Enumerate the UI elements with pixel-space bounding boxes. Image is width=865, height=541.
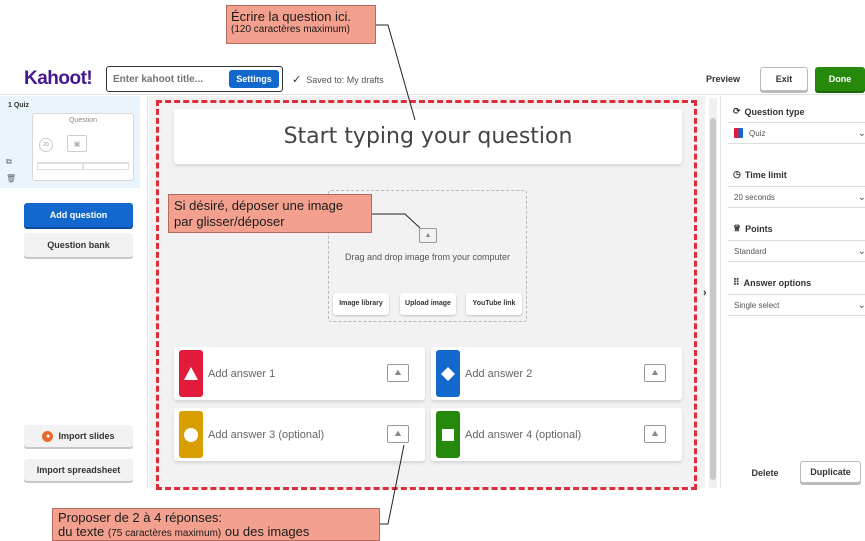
grid-icon: ⠿ [733, 277, 740, 287]
add-image-icon[interactable]: ⛰ [387, 364, 409, 382]
question-bank-button[interactable]: Question bank [24, 233, 133, 257]
slide-label: 1 Quiz [8, 102, 30, 109]
slide-thumbnail[interactable]: Question 20 ▣ [32, 113, 134, 181]
thumb-timer: 20 [39, 138, 53, 152]
save-status: ✓ Saved to: My drafts [292, 73, 384, 86]
title-input[interactable] [113, 72, 221, 86]
points-label: ♕ Points [733, 223, 773, 234]
title-field[interactable]: Settings [106, 66, 283, 92]
page: Kahoot! Settings ✓ Saved to: My drafts P… [0, 0, 865, 541]
thumb-answer [83, 163, 129, 170]
save-status-text: Saved to: My drafts [306, 74, 384, 85]
answer-1-input[interactable]: Add answer 1 [208, 347, 275, 400]
diamond-icon [436, 350, 460, 397]
chevron-down-icon: ⌄ [857, 300, 865, 311]
image-library-button[interactable]: Image library [333, 293, 389, 315]
image-icon: ▲ [419, 228, 437, 243]
question-input[interactable]: Start typing your question [174, 109, 682, 164]
triangle-icon [179, 350, 203, 397]
square-icon [436, 411, 460, 458]
clock-icon: ◷ [733, 169, 741, 179]
question-type-label-text: Question type [744, 106, 805, 117]
add-image-icon[interactable]: ⛰ [644, 364, 666, 382]
answer-3-input[interactable]: Add answer 3 (optional) [208, 408, 324, 461]
answers-callout-text-c: ou des images [221, 524, 310, 539]
image-icon: ▣ [67, 135, 87, 152]
answers-callout-line1: Proposer de 2 à 4 réponses: [58, 510, 223, 525]
add-image-icon[interactable]: ⛰ [387, 425, 409, 443]
answer-1[interactable]: Add answer 1 ⛰ [174, 347, 425, 400]
answers-callout: Proposer de 2 à 4 réponses: du texte (75… [52, 508, 380, 541]
slides-sidebar: 1 Quiz ⧉ 🗑 Question 20 ▣ Add question Qu… [0, 96, 148, 488]
answer-options-label-text: Answer options [743, 277, 812, 288]
import-slides-label: Import slides [58, 431, 115, 441]
question-type-icon: ⟳ [733, 106, 741, 116]
exit-button[interactable]: Exit [760, 67, 808, 91]
answer-options-select[interactable]: Single select ⌄ [728, 294, 865, 316]
question-callout: Écrire la question ici. (120 caractères … [226, 5, 376, 44]
add-image-icon[interactable]: ⛰ [644, 425, 666, 443]
thumb-answer [37, 163, 83, 170]
import-slides-button[interactable]: ● Import slides [24, 425, 133, 447]
points-select[interactable]: Standard ⌄ [728, 240, 865, 262]
thumb-title: Question [68, 117, 98, 124]
image-callout: Si désiré, déposer une image par glisser… [168, 194, 372, 233]
chevron-down-icon: ⌄ [857, 192, 865, 203]
media-dropzone-text: Drag and drop image from your computer [344, 252, 511, 262]
thumb-answers [37, 162, 129, 176]
youtube-link-button[interactable]: YouTube link [466, 293, 522, 315]
answer-2-input[interactable]: Add answer 2 [465, 347, 532, 400]
answer-2[interactable]: Add answer 2 ⛰ [431, 347, 682, 400]
duplicate-icon[interactable]: ⧉ [6, 157, 12, 167]
answer-3[interactable]: Add answer 3 (optional) ⛰ [174, 408, 425, 461]
points-label-text: Points [745, 223, 773, 234]
time-limit-label: ◷ Time limit [733, 169, 787, 180]
trash-icon[interactable]: 🗑 [6, 174, 16, 183]
answers-callout-text-b: (75 caractères maximum) [107, 528, 222, 539]
question-type-select[interactable]: Quiz ⌄ [728, 122, 865, 144]
preview-button[interactable]: Preview [706, 74, 740, 84]
answer-options-label: ⠿ Answer options [733, 277, 811, 288]
done-button[interactable]: Done [815, 67, 865, 91]
upload-image-button[interactable]: Upload image [400, 293, 456, 315]
chevron-right-icon[interactable]: › [703, 287, 717, 301]
import-slides-icon: ● [42, 430, 54, 442]
settings-panel: ⟳ Question type Quiz ⌄ ◷ Time limit 20 s… [720, 96, 865, 488]
answer-4-input[interactable]: Add answer 4 (optional) [465, 408, 581, 461]
answer-4[interactable]: Add answer 4 (optional) ⛰ [431, 408, 682, 461]
time-limit-value: 20 seconds [734, 192, 775, 202]
answers-callout-text-a: du texte [58, 524, 108, 539]
time-limit-label-text: Time limit [744, 169, 787, 180]
answer-options-value: Single select [734, 300, 780, 310]
top-bar: Kahoot! Settings ✓ Saved to: My drafts P… [0, 63, 865, 95]
question-type-value: Quiz [749, 128, 766, 138]
kahoot-logo[interactable]: Kahoot! [24, 68, 93, 90]
check-icon: ✓ [292, 74, 302, 86]
slide-item[interactable]: 1 Quiz ⧉ 🗑 Question 20 ▣ [0, 96, 140, 188]
image-callout-line1: Si désiré, déposer une image [174, 198, 344, 213]
duplicate-button[interactable]: Duplicate [800, 461, 861, 483]
question-callout-line2: (120 caractères maximum) [231, 24, 350, 35]
chevron-down-icon: ⌄ [857, 246, 865, 257]
question-callout-line1: Écrire la question ici. [231, 9, 351, 24]
quiz-icon [734, 128, 743, 138]
add-question-button[interactable]: Add question [24, 203, 133, 227]
import-spreadsheet-button[interactable]: Import spreadsheet [24, 459, 133, 481]
chevron-down-icon: ⌄ [857, 128, 865, 139]
trophy-icon: ♕ [733, 223, 742, 233]
circle-icon [179, 411, 203, 458]
delete-button[interactable]: Delete [745, 463, 785, 483]
settings-button[interactable]: Settings [229, 70, 279, 88]
points-value: Standard [734, 246, 767, 256]
answers-callout-line2: du texte (75 caractères maximum) ou des … [58, 525, 374, 541]
question-type-label: ⟳ Question type [733, 106, 805, 117]
image-callout-line2: par glisser/déposer [174, 214, 285, 229]
time-limit-select[interactable]: 20 seconds ⌄ [728, 186, 865, 208]
